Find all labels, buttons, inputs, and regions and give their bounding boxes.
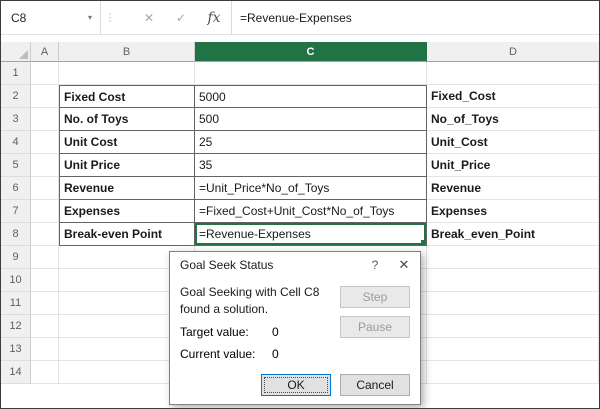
dialog-title-bar[interactable]: Goal Seek Status ? ✕ — [170, 252, 420, 278]
row-header-2[interactable]: 2 — [1, 85, 31, 108]
column-header-D[interactable]: D — [427, 42, 599, 62]
cell-D13[interactable] — [427, 338, 599, 361]
goal-seek-status-dialog: Goal Seek Status ? ✕ Goal Seeking with C… — [169, 251, 421, 405]
cell-B2[interactable]: Fixed Cost — [59, 85, 195, 108]
sheet-row-5: 5 Unit Price 35 Unit_Price — [1, 154, 599, 177]
cell-A14[interactable] — [31, 361, 59, 384]
cell-D1[interactable] — [427, 62, 599, 85]
target-value-label: Target value: — [180, 325, 272, 339]
row-header-8[interactable]: 8 — [1, 223, 31, 246]
cell-D10[interactable] — [427, 269, 599, 292]
cell-B6[interactable]: Revenue — [59, 177, 195, 200]
row-header-1[interactable]: 1 — [1, 62, 31, 85]
cell-B4[interactable]: Unit Cost — [59, 131, 195, 154]
dialog-message-line2: found a solution. — [180, 301, 340, 318]
dialog-close-icon[interactable]: ✕ — [388, 253, 420, 278]
row-header-3[interactable]: 3 — [1, 108, 31, 131]
cell-A4[interactable] — [31, 131, 59, 154]
cell-D4[interactable]: Unit_Cost — [427, 131, 599, 154]
cell-D5[interactable]: Unit_Price — [427, 154, 599, 177]
cell-C7[interactable]: =Fixed_Cost+Unit_Cost*No_of_Toys — [195, 200, 427, 223]
target-value: 0 — [272, 325, 279, 339]
cell-C3[interactable]: 500 — [195, 108, 427, 131]
name-box-dropdown-icon[interactable]: ▾ — [88, 13, 92, 22]
row-header-14[interactable]: 14 — [1, 361, 31, 384]
cell-C5[interactable]: 35 — [195, 154, 427, 177]
row-header-11[interactable]: 11 — [1, 292, 31, 315]
column-header-A[interactable]: A — [31, 42, 59, 62]
cancel-button[interactable]: Cancel — [340, 374, 410, 396]
cell-A8[interactable] — [31, 223, 59, 246]
cell-B8[interactable]: Break-even Point — [59, 223, 195, 246]
cell-C2[interactable]: 5000 — [195, 85, 427, 108]
cell-C6[interactable]: =Unit_Price*No_of_Toys — [195, 177, 427, 200]
cell-D14[interactable] — [427, 361, 599, 384]
formula-bar-buttons: ✕ ✓ fx — [119, 1, 232, 34]
cell-A2[interactable] — [31, 85, 59, 108]
row-header-10[interactable]: 10 — [1, 269, 31, 292]
cell-A5[interactable] — [31, 154, 59, 177]
cell-B1[interactable] — [59, 62, 195, 85]
pause-button[interactable]: Pause — [340, 316, 410, 338]
cell-A3[interactable] — [31, 108, 59, 131]
cell-C8-active[interactable]: =Revenue-Expenses — [195, 223, 427, 246]
cell-A9[interactable] — [31, 246, 59, 269]
sheet-row-7: 7 Expenses =Fixed_Cost+Unit_Cost*No_of_T… — [1, 200, 599, 223]
row-header-12[interactable]: 12 — [1, 315, 31, 338]
row-header-5[interactable]: 5 — [1, 154, 31, 177]
current-value-label: Current value: — [180, 347, 272, 361]
ok-button[interactable]: OK — [261, 374, 331, 396]
cell-D2[interactable]: Fixed_Cost — [427, 85, 599, 108]
sheet-row-8: 8 Break-even Point =Revenue-Expenses Bre… — [1, 223, 599, 246]
cell-D8[interactable]: Break_even_Point — [427, 223, 599, 246]
cell-D7[interactable]: Expenses — [427, 200, 599, 223]
column-header-C[interactable]: C — [195, 42, 427, 62]
sheet-row-2: 2 Fixed Cost 5000 Fixed_Cost — [1, 85, 599, 108]
dialog-help-icon[interactable]: ? — [362, 253, 388, 278]
cell-D11[interactable] — [427, 292, 599, 315]
cell-B7[interactable]: Expenses — [59, 200, 195, 223]
sheet-row-1: 1 — [1, 62, 599, 85]
dialog-title: Goal Seek Status — [180, 258, 362, 272]
step-button[interactable]: Step — [340, 286, 410, 308]
row-header-6[interactable]: 6 — [1, 177, 31, 200]
cell-D12[interactable] — [427, 315, 599, 338]
dialog-message-line1: Goal Seeking with Cell C8 — [180, 284, 340, 301]
cell-A6[interactable] — [31, 177, 59, 200]
column-headers: A B C D — [1, 42, 599, 62]
cell-D9[interactable] — [427, 246, 599, 269]
cell-D3[interactable]: No_of_Toys — [427, 108, 599, 131]
cancel-entry-icon[interactable]: ✕ — [133, 11, 165, 25]
cell-A11[interactable] — [31, 292, 59, 315]
cell-A12[interactable] — [31, 315, 59, 338]
cell-C4[interactable]: 25 — [195, 131, 427, 154]
formula-bar: C8 ▾ ⋮ ✕ ✓ fx =Revenue-Expenses — [1, 1, 599, 35]
sheet-row-4: 4 Unit Cost 25 Unit_Cost — [1, 131, 599, 154]
cell-A7[interactable] — [31, 200, 59, 223]
cell-A13[interactable] — [31, 338, 59, 361]
name-box-value: C8 — [11, 11, 26, 25]
row-header-4[interactable]: 4 — [1, 131, 31, 154]
row-header-9[interactable]: 9 — [1, 246, 31, 269]
name-box[interactable]: C8 ▾ — [1, 1, 101, 34]
cell-A1[interactable] — [31, 62, 59, 85]
dialog-body: Goal Seeking with Cell C8 found a soluti… — [170, 278, 420, 404]
cell-C1[interactable] — [195, 62, 427, 85]
column-header-B[interactable]: B — [59, 42, 195, 62]
formula-input[interactable]: =Revenue-Expenses — [232, 1, 599, 34]
cell-B5[interactable]: Unit Price — [59, 154, 195, 177]
cell-B3[interactable]: No. of Toys — [59, 108, 195, 131]
row-header-7[interactable]: 7 — [1, 200, 31, 223]
cell-D6[interactable]: Revenue — [427, 177, 599, 200]
insert-function-icon[interactable]: fx — [197, 10, 231, 26]
current-value: 0 — [272, 347, 279, 361]
sheet-row-3: 3 No. of Toys 500 No_of_Toys — [1, 108, 599, 131]
row-header-13[interactable]: 13 — [1, 338, 31, 361]
excel-window: C8 ▾ ⋮ ✕ ✓ fx =Revenue-Expenses A B C D … — [0, 0, 600, 409]
select-all-corner[interactable] — [1, 42, 31, 62]
formula-bar-grip-icon: ⋮ — [101, 1, 119, 34]
sheet-row-6: 6 Revenue =Unit_Price*No_of_Toys Revenue — [1, 177, 599, 200]
cell-A10[interactable] — [31, 269, 59, 292]
confirm-entry-icon[interactable]: ✓ — [165, 11, 197, 25]
